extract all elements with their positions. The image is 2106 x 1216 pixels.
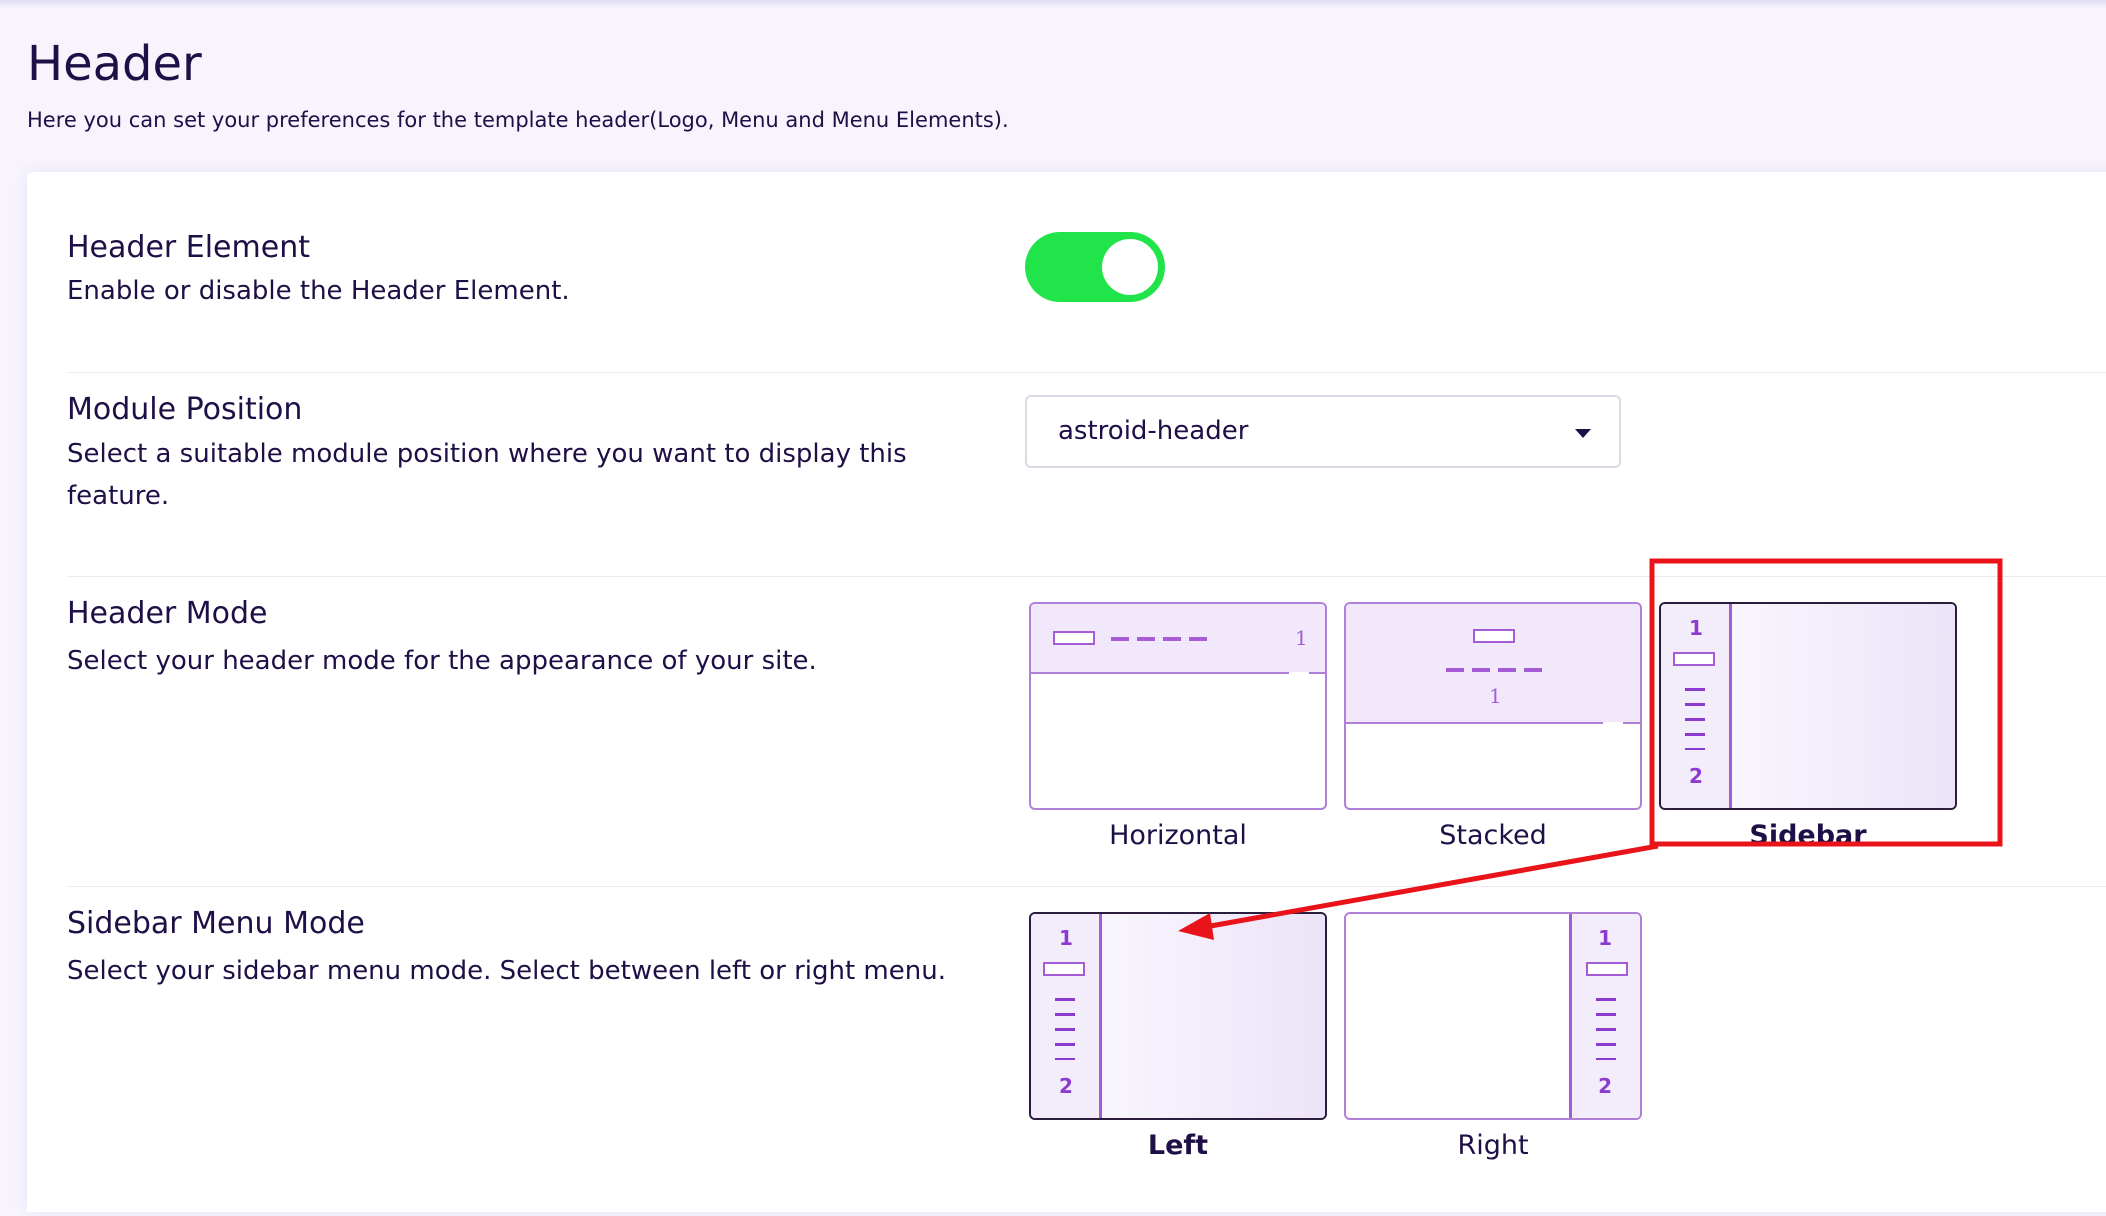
menu-lines-icon	[1685, 688, 1705, 750]
menu-lines-icon	[1055, 998, 1075, 1060]
position-number: 2	[1059, 1074, 1073, 1098]
page-title: Header	[27, 36, 202, 92]
left-preview: 1 2	[1029, 912, 1327, 1120]
sidebar-preview: 1 2	[1659, 602, 1957, 810]
option-label: Right	[1457, 1130, 1529, 1161]
position-number: 2	[1689, 764, 1703, 788]
logo-rect-icon	[1053, 631, 1095, 645]
setting-description: Select your sidebar menu mode. Select be…	[67, 956, 946, 986]
sidebar-divider-tail	[1099, 1106, 1102, 1118]
settings-card: Header Element Enable or disable the Hea…	[27, 172, 2106, 1212]
option-label: Stacked	[1439, 820, 1547, 851]
position-number: 1	[1059, 926, 1073, 950]
caret-down-icon	[1575, 429, 1591, 438]
header-mode-option-horizontal[interactable]: 1 Horizontal	[1029, 602, 1327, 851]
header-element-toggle[interactable]	[1025, 232, 1165, 302]
sidebar-divider-tail	[1569, 1106, 1572, 1118]
content-area	[1101, 914, 1325, 1118]
sidebar-divider	[1099, 914, 1102, 1108]
position-number: 1	[1689, 616, 1703, 640]
logo-rect-icon	[1673, 652, 1715, 666]
setting-title: Module Position	[67, 392, 303, 427]
top-shadow	[0, 0, 2106, 8]
sidebar-divider	[1729, 604, 1732, 798]
setting-title: Sidebar Menu Mode	[67, 906, 365, 941]
horizontal-preview: 1	[1029, 602, 1327, 810]
setting-description: Select your header mode for the appearan…	[67, 646, 817, 676]
setting-title: Header Element	[67, 230, 310, 265]
sidebar-divider-tail	[1729, 796, 1732, 808]
position-number: 1	[1598, 926, 1612, 950]
option-label: Sidebar	[1749, 820, 1867, 851]
right-preview: 1 2	[1344, 912, 1642, 1120]
page-subtitle: Here you can set your preferences for th…	[27, 108, 1009, 132]
content-area	[1731, 604, 1955, 808]
header-mode-option-sidebar[interactable]: 1 2 Sidebar	[1659, 602, 1957, 851]
sidebar-menu-option-right[interactable]: 1 2 Right	[1344, 912, 1642, 1161]
module-position-select[interactable]: astroid-header	[1025, 395, 1621, 468]
menu-dashes-icon	[1446, 668, 1542, 672]
option-label: Left	[1147, 1130, 1209, 1161]
sidebar-divider	[1569, 914, 1572, 1108]
setting-description: Enable or disable the Header Element.	[67, 276, 570, 306]
position-number: 1	[1489, 684, 1502, 708]
menu-lines-icon	[1596, 998, 1616, 1060]
logo-rect-icon	[1586, 962, 1628, 976]
setting-header-element: Header Element Enable or disable the Hea…	[27, 172, 2106, 372]
header-mode-option-stacked[interactable]: 1 Stacked	[1344, 602, 1642, 851]
stacked-preview: 1	[1344, 602, 1642, 810]
band-gap	[1289, 672, 1309, 676]
setting-description: Select a suitable module position where …	[67, 439, 907, 511]
menu-dashes-icon	[1111, 637, 1207, 641]
logo-rect-icon	[1473, 629, 1515, 643]
band-gap	[1603, 722, 1623, 726]
select-value: astroid-header	[1058, 416, 1249, 446]
toggle-knob	[1102, 239, 1158, 295]
sidebar-menu-option-left[interactable]: 1 2 Left	[1029, 912, 1327, 1161]
option-label: Horizontal	[1109, 820, 1247, 851]
position-number: 1	[1295, 626, 1308, 650]
logo-rect-icon	[1043, 962, 1085, 976]
setting-title: Header Mode	[67, 596, 268, 631]
position-number: 2	[1598, 1074, 1612, 1098]
